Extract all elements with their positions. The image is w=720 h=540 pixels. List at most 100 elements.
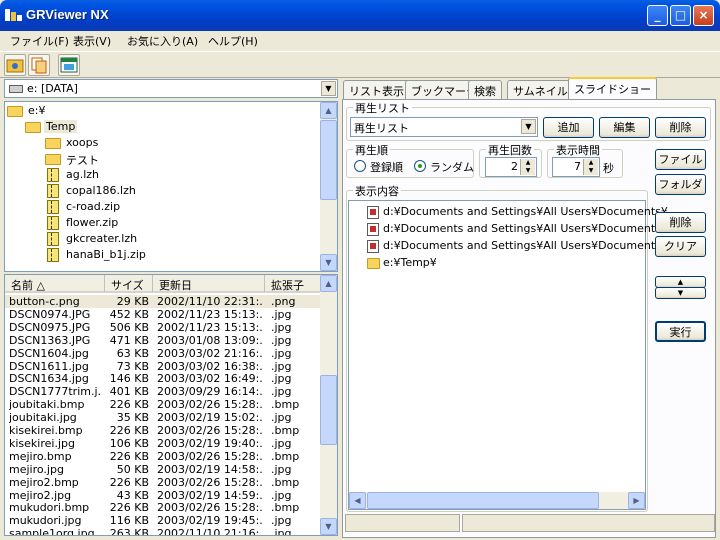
column-header-size[interactable]: サイズ: [105, 275, 153, 293]
title-bar[interactable]: GRViewer NX _ □ ×: [0, 0, 720, 31]
table-cell: 2002/11/10 21:16:...: [157, 527, 263, 536]
table-row[interactable]: DSCN1611.jpg 73 KB 2003/03/02 16:38:... .jp…: [5, 360, 322, 373]
column-header-name[interactable]: 名前 △: [5, 275, 105, 293]
scroll-up-icon[interactable]: ▲: [320, 102, 337, 119]
close-button[interactable]: ×: [693, 5, 714, 26]
edit-button[interactable]: 編集: [599, 117, 650, 138]
table-cell: mejiro.jpg: [9, 462, 64, 476]
table-cell: DSCN0974.JPG: [9, 307, 91, 321]
table-cell: 106 KB: [109, 436, 149, 450]
menu-file[interactable]: ファイル(F): [10, 33, 69, 49]
table-row[interactable]: button-c.png 29 KB 2002/11/10 22:31:... .pn…: [5, 295, 322, 308]
run-button[interactable]: 実行: [655, 321, 706, 342]
drive-select[interactable]: e: [DATA] ▼: [4, 79, 338, 98]
table-row[interactable]: DSCN0974.JPG 452 KB 2002/11/23 15:13:... .j…: [5, 308, 322, 321]
chevron-down-icon[interactable]: ▼: [321, 81, 336, 96]
add-button[interactable]: 追加: [543, 117, 594, 138]
scroll-right-icon[interactable]: ▶: [628, 492, 645, 509]
table-cell: DSCN0975.JPG: [9, 320, 91, 334]
table-row[interactable]: mukudori.jpg 116 KB 2003/02/19 19:45:... .j…: [5, 514, 322, 527]
table-row[interactable]: DSCN0975.JPG 506 KB 2002/11/23 15:13:... .j…: [5, 321, 322, 334]
playlist-select[interactable]: 再生リスト ▼: [350, 117, 538, 137]
toolbar-open-button[interactable]: [4, 54, 26, 76]
clear-button[interactable]: クリア: [655, 236, 706, 257]
table-cell: .bmp: [271, 449, 300, 463]
archive-icon: [47, 232, 59, 246]
table-row[interactable]: sample1org.jpg 263 KB 2002/11/10 21:16:...…: [5, 527, 322, 536]
time-spinner[interactable]: 7 ▲ ▼: [552, 157, 600, 177]
folder-tree[interactable]: e:¥ Temp xoops テスト ag.lzh copal186.lzh c…: [4, 101, 338, 272]
tab-thumbnails[interactable]: サムネイル: [507, 80, 574, 99]
table-cell: 2002/11/10 22:31:...: [157, 295, 263, 308]
column-header-ext[interactable]: 拡張子: [265, 275, 322, 293]
table-cell: 2003/01/08 13:09:...: [157, 333, 263, 347]
toolbar-copy-button[interactable]: [28, 54, 50, 76]
table-cell: 2003/02/19 19:45:...: [157, 514, 263, 528]
table-cell: 2003/02/19 19:40:...: [157, 436, 263, 450]
table-row[interactable]: DSCN1363.JPG 471 KB 2003/01/08 13:09:... .j…: [5, 334, 322, 347]
table-row[interactable]: joubitaki.jpg 35 KB 2003/02/19 15:02:... .j…: [5, 411, 322, 424]
table-cell: mejiro.bmp: [9, 449, 72, 463]
minimize-button[interactable]: _: [647, 5, 668, 26]
order-registration-radio[interactable]: [354, 160, 366, 172]
table-cell: DSCN1604.jpg: [9, 346, 89, 360]
scroll-thumb[interactable]: [367, 492, 599, 509]
window-icon: [60, 57, 78, 73]
chevron-down-icon[interactable]: ▼: [521, 119, 536, 134]
menu-view[interactable]: 表示(V): [73, 33, 111, 49]
remove-item-button[interactable]: 削除: [655, 212, 706, 233]
table-row[interactable]: DSCN1604.jpg 63 KB 2003/03/02 21:16:... .jp…: [5, 347, 322, 360]
tree-scrollbar[interactable]: ▲ ▼: [320, 102, 337, 271]
add-folder-button[interactable]: フォルダ: [655, 174, 706, 195]
table-row[interactable]: mejiro.jpg 50 KB 2003/02/19 14:58:... .jpg: [5, 463, 322, 476]
image-file-icon: [367, 223, 379, 236]
tab-search[interactable]: 検索: [468, 80, 502, 99]
content-horizontal-scrollbar[interactable]: ◀ ▶: [349, 492, 645, 509]
table-cell: .jpg: [271, 488, 292, 502]
folder-icon: [25, 122, 41, 133]
toolbar-window-button[interactable]: [58, 54, 80, 76]
count-group-title: 再生回数: [486, 142, 534, 158]
scroll-left-icon[interactable]: ◀: [349, 492, 366, 509]
add-file-button[interactable]: ファイル: [655, 149, 706, 170]
file-list[interactable]: 名前 △ サイズ 更新日 拡張子 button-c.png 29 KB 2002/1…: [4, 274, 338, 536]
table-row[interactable]: mejiro2.jpg 43 KB 2003/02/19 14:59:... .jpg: [5, 489, 322, 502]
column-header-date[interactable]: 更新日: [153, 275, 265, 293]
table-row[interactable]: mejiro2.bmp 226 KB 2003/02/26 15:28:... .bm…: [5, 476, 322, 489]
table-cell: .jpg: [271, 411, 292, 425]
table-row[interactable]: joubitaki.bmp 226 KB 2003/02/26 15:28:....…: [5, 398, 322, 411]
filelist-scrollbar[interactable]: ▲ ▼: [320, 275, 337, 535]
delete-playlist-button[interactable]: 削除: [655, 117, 706, 138]
time-unit: 秒: [603, 162, 614, 175]
table-row[interactable]: kisekirei.bmp 226 KB 2003/02/26 15:28:....…: [5, 424, 322, 437]
menu-favorites[interactable]: お気に入り(A): [127, 33, 198, 49]
folder-icon: [7, 106, 23, 117]
table-row[interactable]: kisekirei.jpg 106 KB 2003/02/19 19:40:....…: [5, 437, 322, 450]
toolbar: [0, 51, 720, 78]
table-row[interactable]: mejiro.bmp 226 KB 2003/02/26 15:28:... .bmp: [5, 450, 322, 463]
scroll-down-icon[interactable]: ▼: [320, 254, 337, 271]
order-random-radio[interactable]: [414, 160, 426, 172]
scroll-up-icon[interactable]: ▲: [320, 275, 337, 292]
tab-list-view[interactable]: リスト表示: [343, 80, 410, 99]
table-cell: button-c.png: [9, 295, 80, 308]
content-group-title: 表示内容: [353, 183, 401, 199]
table-cell: kisekirei.jpg: [9, 436, 75, 450]
scroll-down-icon[interactable]: ▼: [320, 518, 337, 535]
scroll-thumb[interactable]: [320, 120, 337, 200]
table-cell: 2003/03/02 21:16:...: [157, 346, 263, 360]
table-cell: sample1org.jpg: [9, 527, 95, 536]
table-cell: mejiro2.bmp: [9, 475, 79, 489]
content-list[interactable]: d:¥Documents and Settings¥All Users¥Docu…: [348, 200, 668, 510]
table-row[interactable]: mukudori.bmp 226 KB 2003/02/26 15:28:... .b…: [5, 501, 322, 514]
spinner-arrows-icon[interactable]: ▲ ▼: [583, 159, 598, 175]
menu-help[interactable]: ヘルプ(H): [208, 33, 258, 49]
table-row[interactable]: DSCN1777trim.j... 401 KB 2003/09/29 16:14:…: [5, 385, 322, 398]
count-spinner[interactable]: 2 ▲ ▼: [485, 157, 537, 177]
spinner-arrows-icon[interactable]: ▲ ▼: [520, 159, 535, 175]
table-row[interactable]: DSCN1634.jpg 146 KB 2003/03/02 16:49:... .j…: [5, 372, 322, 385]
maximize-button[interactable]: □: [670, 5, 691, 26]
move-down-button[interactable]: ▼: [655, 287, 706, 299]
scroll-thumb[interactable]: [320, 375, 337, 445]
tab-slideshow[interactable]: スライドショー: [568, 77, 657, 100]
